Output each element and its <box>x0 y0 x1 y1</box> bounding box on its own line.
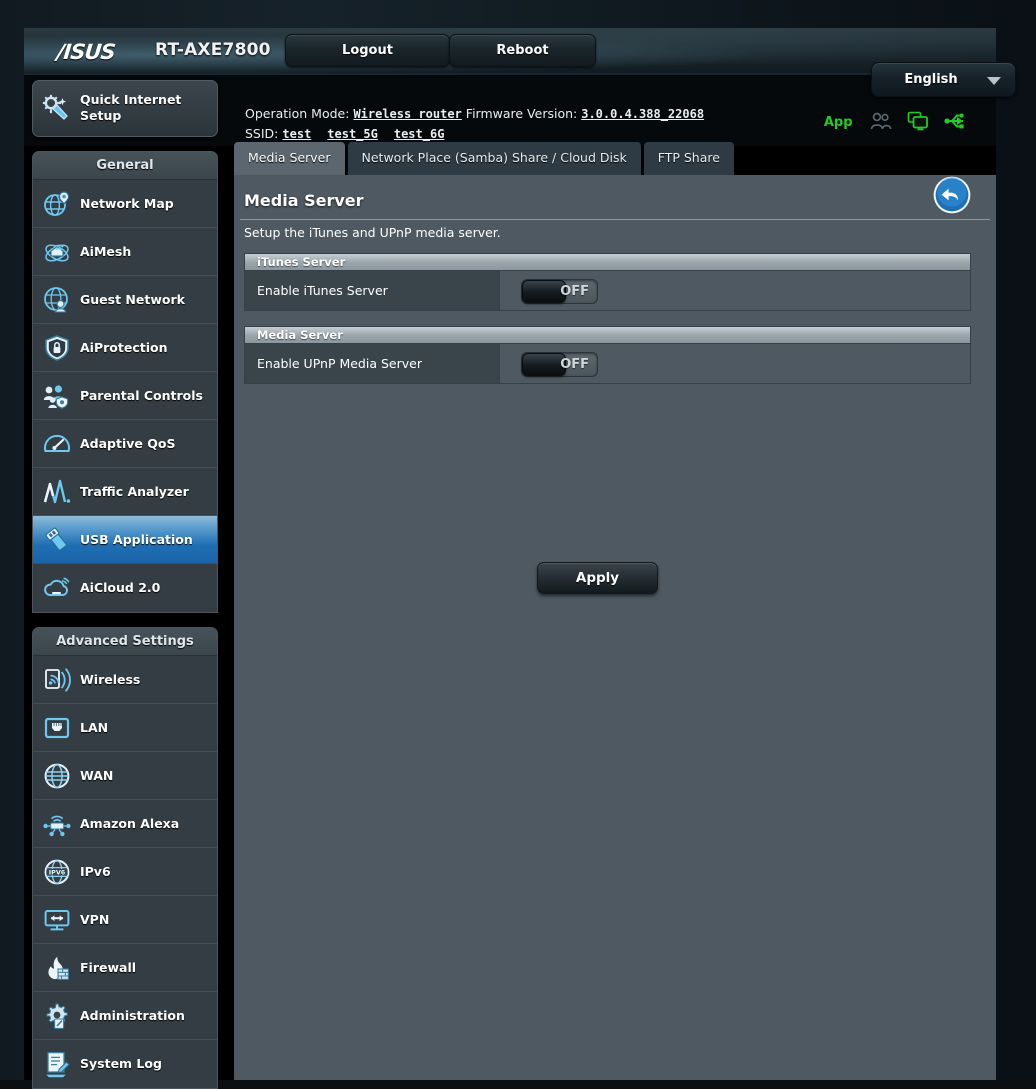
sidebar-item-label: Parental Controls <box>80 388 203 403</box>
asus-logo: /ISUS <box>55 40 117 64</box>
guest-network-icon <box>44 287 68 313</box>
sidebar-item-wireless[interactable]: Wireless <box>33 656 217 704</box>
sidebar-item-label: USB Application <box>80 532 193 547</box>
reboot-button[interactable]: Reboot <box>449 34 596 67</box>
tab-network-place-samba-share[interactable]: Network Place (Samba) Share / Cloud Disk <box>347 142 641 175</box>
sidebar-item-aiprotection[interactable]: AiProtection <box>33 324 217 372</box>
sidebar-item-system-log[interactable]: System Log <box>33 1040 217 1088</box>
language-selector[interactable]: English <box>871 62 1016 97</box>
svg-text:IPV6: IPV6 <box>49 868 66 876</box>
sidebar-item-adaptive-qos[interactable]: Adaptive QoS <box>33 420 217 468</box>
main-content: Media Server Network Place (Samba) Share… <box>234 80 996 1080</box>
network-map-icon <box>44 191 70 216</box>
sidebar-item-label: Amazon Alexa <box>80 816 180 831</box>
section-media-server: Media Server Enable UPnP Media Server OF… <box>244 326 971 384</box>
sidebar-item-label: Wireless <box>80 672 141 687</box>
parental-controls-icon <box>43 385 69 409</box>
traffic-analyzer-icon <box>43 479 71 504</box>
sidebar-item-usb-application[interactable]: USB Application <box>33 516 217 564</box>
aimesh-icon <box>45 244 69 262</box>
router-admin-shell: /ISUS RT-AXE7800 Logout Reboot English O… <box>24 28 1016 1089</box>
sidebar-item-wan[interactable]: WAN <box>33 752 217 800</box>
page-background: /ISUS RT-AXE7800 Logout Reboot English O… <box>0 0 1036 1089</box>
administration-icon <box>46 1003 68 1029</box>
usb-application-icon <box>45 527 67 551</box>
language-selector-value: English <box>904 72 958 87</box>
tab-ftp-share[interactable]: FTP Share <box>643 142 734 175</box>
sidebar-item-label: WAN <box>80 768 114 783</box>
sidebar-item-label: LAN <box>80 720 109 735</box>
sidebar-item-label: Network Map <box>80 196 174 211</box>
sidebar-item-network-map[interactable]: Network Map <box>33 180 217 228</box>
sidebar-item-administration[interactable]: Administration <box>33 992 217 1040</box>
sidebar-item-label: IPv6 <box>80 864 111 879</box>
lan-icon <box>44 717 70 739</box>
tab-bar: Media Server Network Place (Samba) Share… <box>234 142 737 175</box>
sidebar-item-aicloud[interactable]: AiCloud 2.0 <box>33 564 217 612</box>
apply-button[interactable]: Apply <box>537 562 658 594</box>
logout-button[interactable]: Logout <box>285 34 450 67</box>
adaptive-qos-icon <box>44 434 70 452</box>
sidebar-group-advanced-settings: Advanced Settings Wireless LAN WAN Amazo… <box>32 627 218 1089</box>
enable-itunes-server-toggle[interactable]: OFF <box>521 279 598 304</box>
sidebar-item-label: VPN <box>80 912 110 927</box>
settings-panel: Media Server Setup the iTunes and UPnP m… <box>234 175 996 1080</box>
quick-setup-label: Quick Internet Setup <box>80 92 182 123</box>
section-itunes-server: iTunes Server Enable iTunes Server OFF <box>244 253 971 311</box>
sidebar-item-lan[interactable]: LAN <box>33 704 217 752</box>
sidebar-group-general: General Network Map AiMesh Guest Network… <box>32 151 218 613</box>
wan-icon <box>44 763 70 789</box>
page-title: Media Server <box>244 191 364 210</box>
amazon-alexa-icon <box>43 815 71 837</box>
sidebar-item-traffic-analyzer[interactable]: Traffic Analyzer <box>33 468 217 516</box>
enable-upnp-media-server-toggle[interactable]: OFF <box>521 352 598 377</box>
row-control: OFF <box>501 344 598 383</box>
sidebar-item-aimesh[interactable]: AiMesh <box>33 228 217 276</box>
sidebar-item-label: AiCloud 2.0 <box>80 580 161 595</box>
section-title: Media Server <box>245 327 970 344</box>
top-bar: /ISUS RT-AXE7800 Logout Reboot English <box>24 28 1016 97</box>
section-title: iTunes Server <box>245 254 970 271</box>
sidebar-item-firewall[interactable]: Firewall <box>33 944 217 992</box>
sidebar-item-quick-internet-setup[interactable]: Quick Internet Setup <box>32 80 218 137</box>
back-button[interactable] <box>932 175 972 215</box>
sidebar-item-amazon-alexa[interactable]: Amazon Alexa <box>33 800 217 848</box>
toggle-state-label: OFF <box>560 357 589 372</box>
tab-media-server[interactable]: Media Server <box>234 142 345 175</box>
aicloud-icon <box>44 577 70 596</box>
sidebar-item-label: AiProtection <box>80 340 168 355</box>
row-label: Enable UPnP Media Server <box>245 344 500 383</box>
title-divider <box>240 219 990 220</box>
page-description: Setup the iTunes and UPnP media server. <box>244 225 501 240</box>
sidebar-item-vpn[interactable]: VPN <box>33 896 217 944</box>
aiprotection-icon <box>45 335 69 361</box>
sidebar-item-parental-controls[interactable]: Parental Controls <box>33 372 217 420</box>
sidebar: Quick Internet Setup General Network Map <box>32 80 218 1089</box>
sidebar-item-ipv6[interactable]: IPV6 IPv6 <box>33 848 217 896</box>
sidebar-item-label: Firewall <box>80 960 137 975</box>
row-control: OFF <box>501 271 598 310</box>
sidebar-item-label: Guest Network <box>80 292 185 307</box>
firewall-icon <box>48 956 69 980</box>
row-enable-itunes-server: Enable iTunes Server OFF <box>245 271 970 310</box>
row-enable-upnp-media-server: Enable UPnP Media Server OFF <box>245 344 970 383</box>
chevron-down-icon <box>987 77 1001 85</box>
sidebar-item-label: Traffic Analyzer <box>80 484 189 499</box>
toggle-state-label: OFF <box>560 284 589 299</box>
sidebar-item-label: Administration <box>80 1008 185 1023</box>
ipv6-icon: IPV6 <box>44 859 70 885</box>
sidebar-group-title-advanced: Advanced Settings <box>33 628 217 656</box>
sidebar-item-guest-network[interactable]: Guest Network <box>33 276 217 324</box>
vpn-icon <box>44 910 70 931</box>
sidebar-item-label: System Log <box>80 1056 162 1071</box>
sidebar-item-label: Adaptive QoS <box>80 436 176 451</box>
system-log-icon <box>46 1051 70 1078</box>
row-label: Enable iTunes Server <box>245 271 500 310</box>
quick-setup-icon <box>42 94 68 120</box>
wireless-icon <box>45 668 71 692</box>
back-arrow-icon <box>933 176 971 214</box>
sidebar-group-title-general: General <box>33 152 217 180</box>
sidebar-item-label: AiMesh <box>80 244 132 259</box>
router-model-name: RT-AXE7800 <box>155 40 271 60</box>
